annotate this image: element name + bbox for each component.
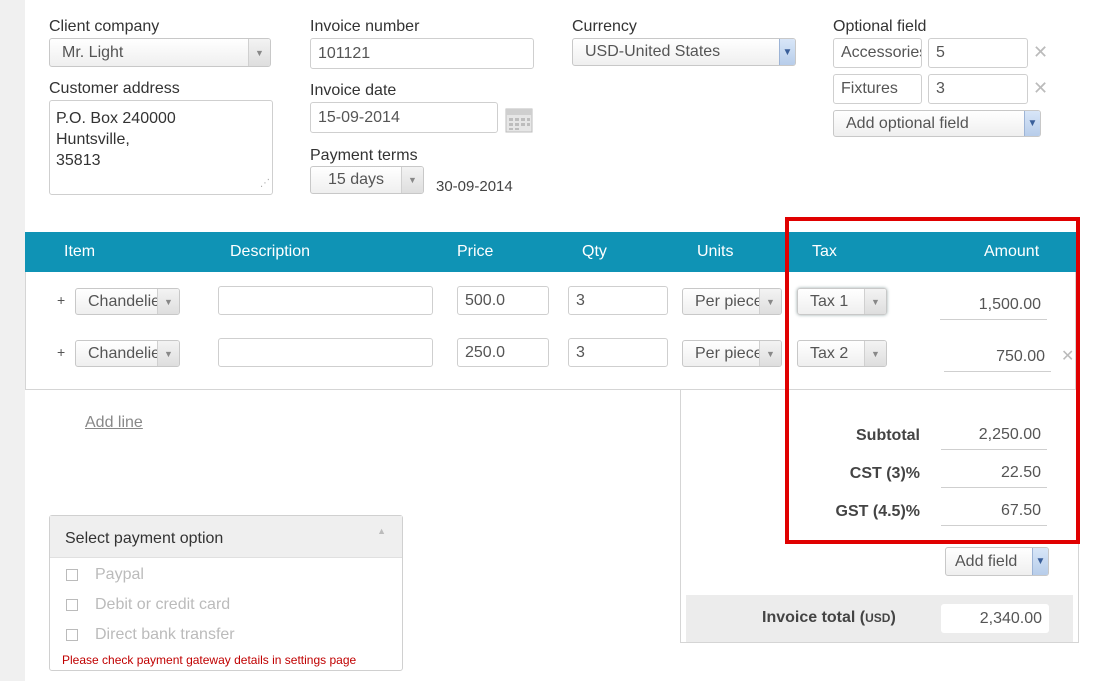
client-company-select[interactable]: Mr. Light ▼ bbox=[49, 38, 271, 67]
description-input[interactable] bbox=[218, 338, 433, 367]
currency-value: USD-United States bbox=[585, 43, 721, 60]
chevron-down-icon: ▼ bbox=[248, 39, 270, 66]
chevron-down-icon: ▼ bbox=[1032, 548, 1048, 575]
collapse-arrow-icon[interactable]: ▲ bbox=[377, 526, 386, 536]
remove-field-close-icon[interactable]: ✕ bbox=[1033, 78, 1048, 99]
chevron-down-icon: ▼ bbox=[1024, 111, 1040, 136]
currency-select[interactable]: USD-United States ▼ bbox=[572, 38, 796, 66]
invoice-number-input[interactable]: 101121 bbox=[310, 38, 534, 69]
chevron-down-icon: ▼ bbox=[401, 167, 423, 193]
invoice-total-text: Invoice total bbox=[762, 609, 856, 626]
resize-handle-icon[interactable]: ⋰ bbox=[260, 173, 270, 194]
payment-option-paypal[interactable]: Paypal bbox=[66, 566, 144, 584]
description-input[interactable] bbox=[218, 286, 433, 315]
chevron-down-icon: ▼ bbox=[157, 289, 179, 314]
payment-terms-label: Payment terms bbox=[310, 147, 418, 164]
column-header-units: Units bbox=[697, 243, 734, 260]
column-header-item: Item bbox=[64, 243, 96, 260]
checkbox-icon[interactable] bbox=[66, 599, 78, 611]
optional-field-value-input[interactable]: 3 bbox=[928, 74, 1028, 104]
chevron-down-icon: ▼ bbox=[759, 289, 781, 314]
payment-option-label: Direct bank transfer bbox=[95, 626, 235, 643]
item-select[interactable]: Chandelier ▼ bbox=[75, 340, 180, 367]
currency-label: Currency bbox=[572, 18, 637, 35]
units-select[interactable]: Per piece ▼ bbox=[682, 340, 782, 367]
add-field-select[interactable]: Add field ▼ bbox=[945, 547, 1049, 576]
client-company-label: Client company bbox=[49, 18, 160, 35]
customer-address-textarea[interactable]: P.O. Box 240000 Huntsville, 35813 ⋰ bbox=[49, 100, 273, 195]
payment-terms-select[interactable]: 15 days ▼ bbox=[310, 166, 424, 194]
chevron-down-icon: ▼ bbox=[779, 39, 795, 65]
payment-option-label: Paypal bbox=[95, 566, 144, 583]
invoice-date-label: Invoice date bbox=[310, 82, 397, 99]
add-line-link[interactable]: Add line bbox=[85, 414, 143, 432]
optional-field-value-input[interactable]: 5 bbox=[928, 38, 1028, 68]
optional-field-name-input[interactable]: Fixtures bbox=[833, 74, 922, 104]
item-select[interactable]: Chandelier ▼ bbox=[75, 288, 180, 315]
payment-option-card[interactable]: Debit or credit card bbox=[66, 596, 230, 614]
address-line: P.O. Box 240000 bbox=[56, 110, 176, 127]
qty-input[interactable]: 3 bbox=[568, 338, 668, 367]
payment-option-title: Select payment option bbox=[65, 530, 224, 547]
payment-warning-text: Please check payment gateway details in … bbox=[62, 653, 357, 667]
expand-row-plus-icon[interactable]: + bbox=[57, 292, 65, 308]
optional-field-label: Optional field bbox=[833, 18, 927, 35]
invoice-number-label: Invoice number bbox=[310, 18, 420, 35]
price-input[interactable]: 500.0 bbox=[457, 286, 549, 315]
add-optional-field-label: Add optional field bbox=[846, 114, 969, 132]
payment-option-panel: Select payment option ▲ Paypal Debit or … bbox=[49, 515, 403, 671]
address-line: 35813 bbox=[56, 152, 101, 169]
checkbox-icon[interactable] bbox=[66, 629, 78, 641]
due-date-text: 30-09-2014 bbox=[436, 178, 513, 195]
calendar-icon[interactable] bbox=[505, 106, 533, 133]
add-optional-field-select[interactable]: Add optional field ▼ bbox=[833, 110, 1041, 137]
invoice-date-input[interactable]: 15-09-2014 bbox=[310, 102, 498, 133]
address-line: Huntsville, bbox=[56, 131, 130, 148]
payment-option-header[interactable]: Select payment option ▲ bbox=[50, 516, 402, 558]
chevron-down-icon: ▼ bbox=[759, 341, 781, 366]
invoice-total-label: Invoice total (USD) bbox=[762, 609, 896, 626]
price-input[interactable]: 250.0 bbox=[457, 338, 549, 367]
client-company-value: Mr. Light bbox=[62, 43, 124, 61]
invoice-total-currency: USD bbox=[865, 611, 891, 625]
invoice-total-value: 2,340.00 bbox=[941, 604, 1049, 633]
remove-field-close-icon[interactable]: ✕ bbox=[1033, 42, 1048, 63]
column-header-description: Description bbox=[230, 243, 311, 260]
highlight-box bbox=[785, 217, 1080, 544]
optional-field-name-input[interactable]: Accessories bbox=[833, 38, 922, 68]
qty-input[interactable]: 3 bbox=[568, 286, 668, 315]
customer-address-label: Customer address bbox=[49, 80, 180, 97]
chevron-down-icon: ▼ bbox=[157, 341, 179, 366]
expand-row-plus-icon[interactable]: + bbox=[57, 344, 65, 360]
checkbox-icon[interactable] bbox=[66, 569, 78, 581]
units-select[interactable]: Per piece ▼ bbox=[682, 288, 782, 315]
column-header-qty: Qty bbox=[582, 243, 607, 260]
column-header-price: Price bbox=[457, 243, 494, 260]
payment-option-bank[interactable]: Direct bank transfer bbox=[66, 626, 235, 644]
payment-option-label: Debit or credit card bbox=[95, 596, 231, 613]
